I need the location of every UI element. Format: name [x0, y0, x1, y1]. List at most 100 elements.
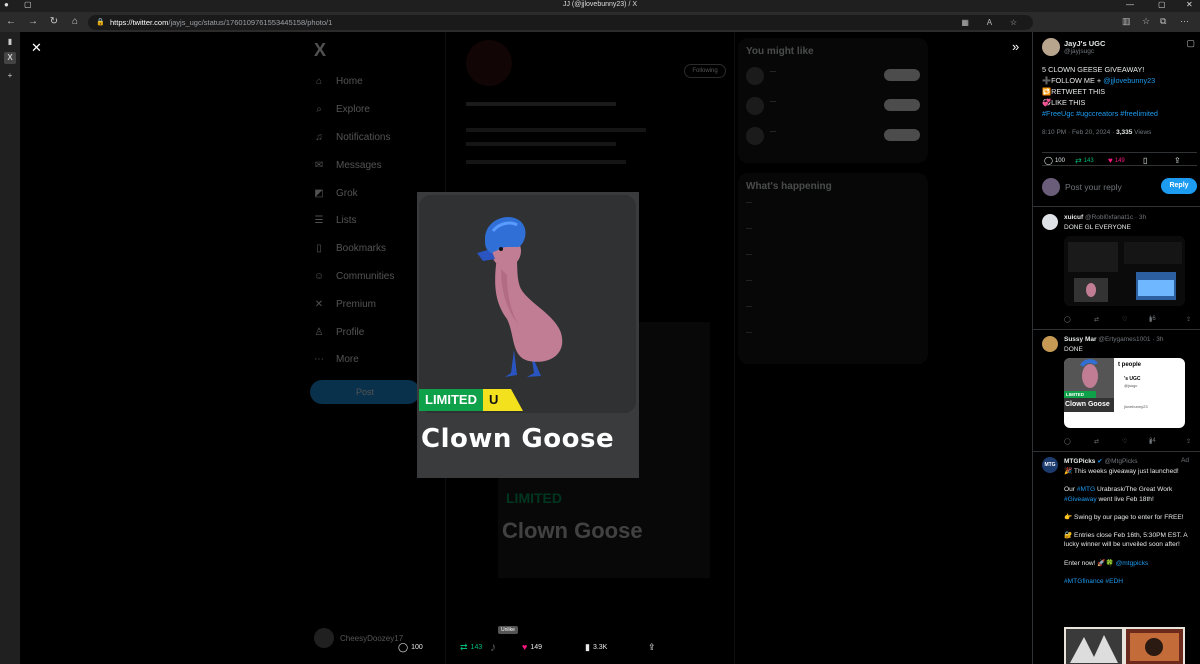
repost-action[interactable]: ⇄ 143 [460, 642, 482, 653]
trend-item[interactable]: — [746, 330, 920, 356]
nav-messages[interactable]: ✉ Messages [310, 151, 450, 179]
author-name[interactable]: JayJ's UGC [1064, 39, 1105, 48]
collections-icon[interactable]: ⧉ [1160, 16, 1166, 27]
you-might-like-card: You might like — — — [738, 38, 928, 163]
background-sidebar: You might like — — — What's happening — … [738, 32, 928, 374]
unlike-tooltip: Unlike [498, 626, 518, 634]
heart-icon: ♥ [522, 642, 528, 652]
share-action[interactable]: ⇪ [648, 642, 659, 653]
reply-tweet[interactable]: Sussy Mar @Ertygames1001 · 3h DONE LIMIT… [1042, 336, 1197, 451]
item-thumbnail [419, 195, 636, 413]
menu-icon[interactable]: ⋯ [1180, 16, 1189, 27]
vertical-tab-strip: ▮ X + [0, 32, 20, 664]
home-icon: ⌂ [315, 76, 323, 88]
trend-item[interactable]: — [746, 200, 920, 226]
divider [1033, 451, 1200, 452]
reply-stat[interactable]: ◯ 100 [1044, 156, 1065, 165]
reply-action[interactable]: ◯ 100 [398, 642, 423, 653]
heart-icon[interactable]: ♡ [1122, 438, 1127, 445]
reply-image[interactable]: LIMITED Clown Goose t people 's UGC @jsu… [1064, 358, 1185, 428]
avatar[interactable]: MTG [1042, 457, 1058, 473]
maximize-icon[interactable]: ▢ [1158, 0, 1166, 9]
divider [1033, 329, 1200, 330]
reply-icon[interactable]: ◯ [1064, 316, 1071, 323]
following-button[interactable]: Following [684, 64, 726, 78]
reply-icon[interactable]: ◯ [1064, 438, 1071, 445]
refresh-icon[interactable]: ↻ [47, 15, 61, 29]
avatar[interactable] [1042, 38, 1060, 56]
x-logo-icon[interactable]: X [314, 40, 450, 61]
bio-line [466, 160, 626, 164]
trend-item[interactable]: — [746, 226, 920, 252]
search-icon: ⌕ [316, 104, 322, 116]
post-button[interactable]: Post [310, 379, 420, 404]
close-window-icon[interactable]: ✕ [1186, 0, 1193, 9]
hashtag-links[interactable]: #FreeUgc #ugccreators #freelimited [1042, 109, 1158, 118]
mention-link[interactable]: @jjlovebunny23 [1103, 76, 1155, 85]
ad-image[interactable] [1064, 627, 1185, 664]
share-icon[interactable]: ⇪ [1186, 316, 1191, 323]
avatar[interactable] [1042, 214, 1058, 230]
nav-notifications[interactable]: ♫ Notifications [310, 124, 450, 152]
reply-button[interactable]: Reply [1161, 178, 1197, 194]
like-action[interactable]: ♥ 149 [522, 642, 542, 652]
repost-icon: ⇄ [1075, 156, 1082, 165]
address-bar-row: ← → ↻ ⌂ 🔒 https://twitter.com/jayjs_ugc/… [0, 12, 1200, 32]
views-action[interactable]: ▮ 3.3K [585, 642, 607, 653]
bar-chart-icon: ▮ [585, 642, 590, 652]
repost-icon[interactable]: ⇄ [1094, 438, 1099, 445]
share-icon[interactable]: ⇪ [1174, 156, 1183, 165]
suggestion-row[interactable]: — [746, 125, 920, 155]
ad-text: 🎉 This weeks giveaway just launched! Our… [1064, 467, 1192, 595]
suggestion-row[interactable]: — [746, 95, 920, 125]
repost-icon[interactable]: ⇄ [1094, 316, 1099, 323]
person-icon: ♙ [314, 326, 324, 338]
more-icon: ⋯ [314, 354, 324, 366]
bio-line [466, 102, 616, 106]
tab-title[interactable]: JJ (@jjlovebunny23) / X [0, 1, 1200, 8]
people-icon: ☺ [313, 270, 325, 282]
favorites-icon[interactable]: ☆ [1142, 16, 1150, 27]
nav-explore[interactable]: ⌕ Explore [310, 96, 450, 124]
more-icon[interactable]: ▢ [1186, 38, 1195, 49]
like-stat[interactable]: ♥ 149 [1108, 156, 1125, 165]
tab-sidebar-icon[interactable]: ▮ [4, 36, 16, 48]
tweet-detail-panel: JayJ's UGC @jayjsugc ▢ 5 CLOWN GEESE GIV… [1032, 32, 1200, 664]
x-tab-icon[interactable]: X [4, 52, 16, 64]
trend-item[interactable]: — [746, 278, 920, 304]
suggestion-row[interactable]: — [746, 65, 920, 95]
hashtag-link[interactable]: #MTG [1077, 486, 1095, 493]
new-tab-icon[interactable]: + [4, 70, 16, 82]
repost-stat[interactable]: ⇄ 143 [1075, 156, 1094, 165]
close-media-icon[interactable]: ✕ [31, 40, 42, 56]
reply-tweet[interactable]: xuicuf @Robl0xfanat1c · 3h DONE GL EVERY… [1042, 214, 1197, 329]
trend-item[interactable]: — [746, 304, 920, 330]
forward-icon[interactable]: → [26, 15, 40, 29]
back-icon[interactable]: ← [4, 15, 18, 29]
heart-icon[interactable]: ♡ [1122, 316, 1127, 323]
whats-happening-card: What's happening — — — — — — [738, 173, 928, 364]
mention-link[interactable]: @mtgpicks [1116, 560, 1149, 567]
collapse-panel-icon[interactable]: » [1012, 39, 1019, 54]
author-handle[interactable]: @jayjsugc [1064, 48, 1094, 55]
url-actions[interactable]: ▦ A ☆ [961, 15, 1025, 30]
lock-icon: 🔒 [96, 19, 105, 26]
reply-image[interactable] [1064, 236, 1185, 306]
trend-item[interactable]: — [746, 252, 920, 278]
url-field[interactable]: 🔒 https://twitter.com/jayjs_ugc/status/1… [88, 15, 1033, 30]
reply-icon: ◯ [398, 642, 409, 652]
share-icon[interactable]: ⇪ [1186, 438, 1191, 445]
home-browser-icon[interactable]: ⌂ [68, 15, 82, 29]
split-screen-icon[interactable]: ▥ [1122, 16, 1131, 27]
hashtag-link[interactable]: #Giveaway [1064, 496, 1097, 503]
avatar[interactable] [1042, 336, 1058, 352]
media-image[interactable]: LIMITED U Clown Goose [417, 192, 639, 478]
reply-composer: Post your reply Reply [1042, 175, 1197, 199]
minimize-icon[interactable]: — [1126, 0, 1134, 9]
bookmark-icon[interactable]: ▯ [1143, 156, 1149, 165]
hashtag-links[interactable]: #MTGfinance #EDH [1064, 577, 1192, 586]
bookmark-icon: ▯ [316, 243, 322, 255]
reply-input[interactable]: Post your reply [1065, 182, 1122, 192]
ad-label: Ad [1181, 457, 1189, 464]
nav-home[interactable]: ⌂ Home [310, 68, 450, 96]
